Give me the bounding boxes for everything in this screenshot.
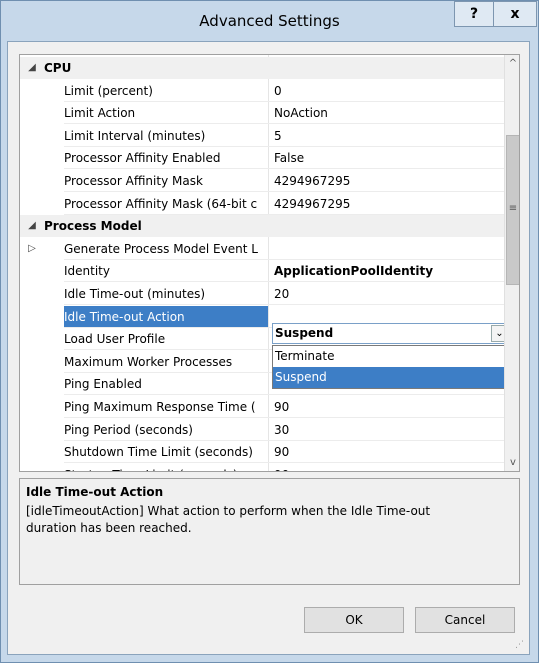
property-row[interactable]: ▷ Generate Process Model Event L [20,238,504,260]
property-value[interactable]: 90 [274,396,500,418]
close-button[interactable]: x [493,1,537,27]
dropdown-option-terminate[interactable]: Terminate [273,346,509,367]
property-value[interactable]: 4294967295 [274,193,500,215]
property-row[interactable]: Processor Affinity Mask (64-bit c 4294967… [20,193,504,215]
property-row[interactable]: Shutdown Time Limit (seconds) 90 [20,441,504,464]
property-grid[interactable]: ◢ CPU Limit (percent) 0 Limit Action NoAction… [19,54,520,472]
property-row[interactable]: Processor Affinity Mask 4294967295 [20,170,504,192]
property-value[interactable]: 4294967295 [274,170,500,192]
property-name: Startup Time Limit (seconds) [64,464,266,471]
expand-icon[interactable]: ▷ [26,238,38,260]
description-text: [idleTimeoutAction] What action to perfo… [26,504,431,535]
property-row[interactable]: Limit Interval (minutes) 5 [20,125,504,147]
property-value[interactable]: 5 [274,125,500,147]
category-row[interactable]: ◢ Process Model [20,215,504,238]
help-button[interactable]: ? [454,1,494,27]
description-title: Idle Time-out Action [26,485,164,499]
property-name: Ping Enabled [64,377,142,392]
combo-value: Suspend [275,326,334,340]
property-value[interactable]: False [274,147,500,169]
property-name: Processor Affinity Mask [64,174,203,188]
property-row[interactable]: Processor Affinity Enabled False [20,147,504,170]
title-bar: Advanced Settings ? x [1,1,538,41]
property-value[interactable]: NoAction [274,102,500,124]
collapse-icon[interactable]: ◢ [26,215,38,237]
vertical-scrollbar[interactable]: ^ ≡ v [504,55,519,471]
resize-grip-icon[interactable]: ⋰ [515,640,525,650]
property-name: Identity [64,264,110,279]
combo-dropdown-list: Terminate Suspend [272,345,510,389]
scroll-thumb[interactable]: ≡ [506,135,519,285]
cancel-button[interactable]: Cancel [415,607,515,633]
property-name: Processor Affinity Enabled [64,151,221,166]
collapse-icon[interactable]: ◢ [26,57,38,79]
property-row[interactable]: Limit (percent) 0 [20,80,504,102]
property-name: Ping Period (seconds) [64,422,193,437]
description-panel: Idle Time-out Action [idleTimeoutAction]… [19,478,520,585]
property-value[interactable]: 0 [274,80,500,102]
property-row[interactable]: Idle Time-out (minutes) 20 [20,283,504,305]
property-name: Shutdown Time Limit (seconds) [64,445,253,460]
property-row[interactable]: Startup Time Limit (seconds) 90 [20,464,504,471]
idle-timeout-action-combo[interactable]: Suspend ⌄ [272,323,510,344]
property-row[interactable]: Identity ApplicationPoolIdentity [20,260,504,283]
scroll-down-icon[interactable]: v [505,454,519,471]
property-row[interactable]: Ping Maximum Response Time ( 90 [20,396,504,418]
property-name: Load User Profile [64,332,166,347]
category-label: CPU [44,61,72,75]
property-name: Generate Process Model Event L [64,241,258,256]
category-row[interactable]: ◢ CPU [20,57,504,79]
dialog-body: ◢ CPU Limit (percent) 0 Limit Action NoAction… [7,41,530,655]
ok-button[interactable]: OK [304,607,404,633]
property-name: Limit (percent) [64,83,153,98]
property-name: Limit Action [64,106,136,121]
property-value[interactable]: ApplicationPoolIdentity [274,260,500,282]
advanced-settings-window: Advanced Settings ? x ◢ CPU Limit (percent… [0,0,539,663]
property-name: Idle Time-out Action [64,309,185,324]
property-row[interactable]: Limit Action NoAction [20,102,504,125]
property-value[interactable]: 20 [274,283,500,305]
property-name: Limit Interval (minutes) [64,128,206,143]
property-name: Processor Affinity Mask (64-bit c [64,196,258,211]
thumb-grip-icon: ≡ [508,203,518,214]
property-value[interactable]: 90 [274,441,500,463]
dropdown-option-suspend[interactable]: Suspend [273,367,509,388]
property-name: Ping Maximum Response Time ( [64,400,256,414]
property-value[interactable]: 90 [274,464,500,471]
scroll-up-icon[interactable]: ^ [505,55,519,72]
property-value[interactable]: 30 [274,419,500,441]
property-name: Maximum Worker Processes [64,354,233,369]
property-name: Idle Time-out (minutes) [64,287,206,301]
property-row[interactable]: Ping Period (seconds) 30 [20,419,504,441]
category-label: Process Model [44,219,142,234]
